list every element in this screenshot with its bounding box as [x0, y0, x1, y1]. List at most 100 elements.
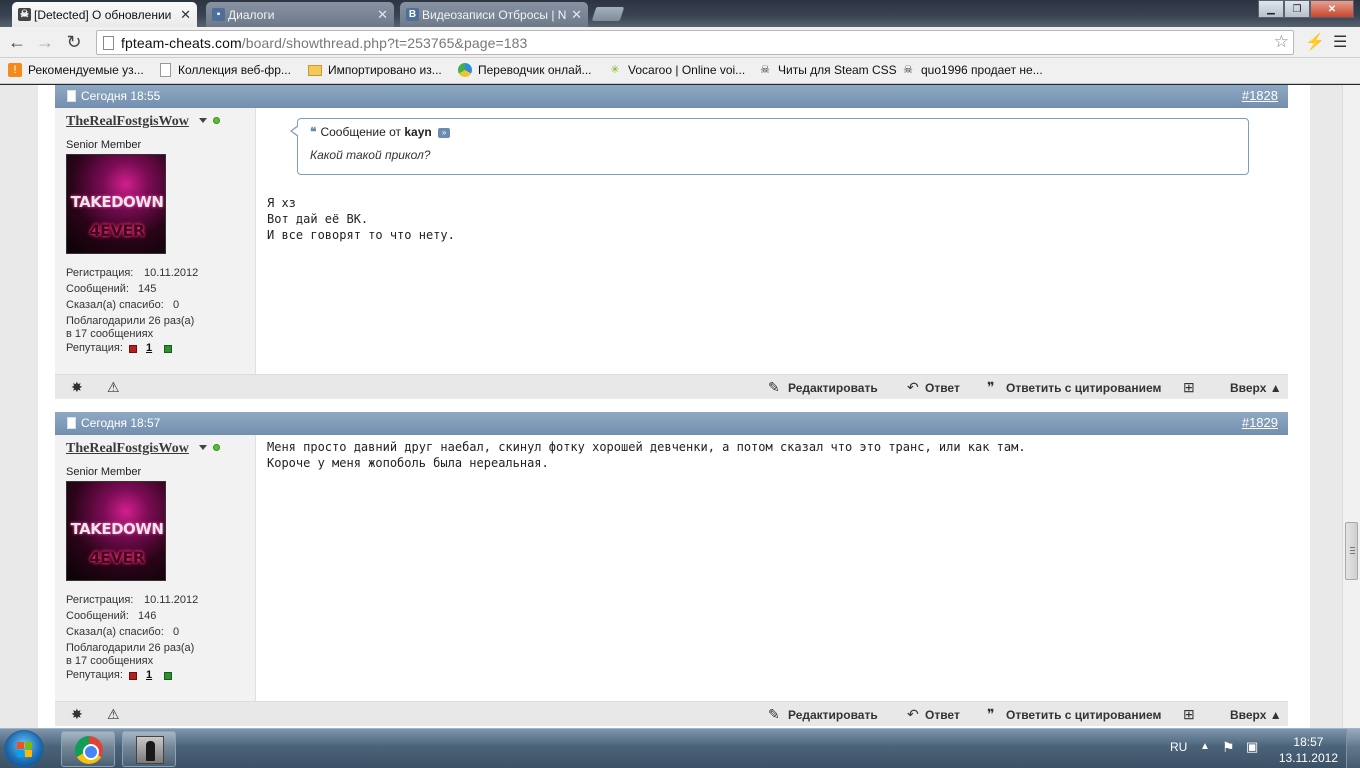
avatar[interactable]: TAKEDOWN 4EVER: [66, 481, 166, 581]
close-tab-icon[interactable]: ✕: [571, 7, 582, 23]
top-button[interactable]: Вверх ▲: [1230, 381, 1282, 395]
close-tab-icon[interactable]: ✕: [180, 7, 191, 23]
rep-plus-icon[interactable]: [164, 345, 172, 353]
post-number-link[interactable]: #1829: [1242, 415, 1278, 430]
reply-button[interactable]: Ответ: [925, 708, 960, 722]
avatar[interactable]: TAKEDOWN 4EVER: [66, 154, 166, 254]
close-tab-icon[interactable]: ✕: [377, 7, 388, 23]
avatar-text: TAKEDOWN: [70, 193, 164, 211]
bookmark-item[interactable]: Переводчик онлай...: [458, 63, 592, 77]
username-link[interactable]: TheRealFostgisWow: [66, 114, 189, 130]
tab-detected[interactable]: ☠ [Detected] О обновлении ✕: [12, 2, 197, 27]
post-footer: ✸ ⚠ ✎ Редактировать ↶ Ответ ❞ Ответить с…: [55, 701, 1288, 726]
minimize-button[interactable]: ▁: [1258, 0, 1284, 18]
bookmark-label: Коллекция веб-фр...: [178, 63, 291, 77]
rep-value[interactable]: 1: [146, 669, 152, 681]
tab-videos[interactable]: B Видеозаписи Отбросы | N ✕: [400, 2, 588, 27]
close-window-button[interactable]: ✕: [1310, 0, 1354, 18]
start-button[interactable]: [4, 730, 44, 768]
browser-toolbar: ← → ↻ fpteam-cheats.com/board/showthread…: [0, 27, 1360, 58]
url-text[interactable]: fpteam-cheats.com/board/showthread.php?t…: [121, 35, 527, 51]
back-arrow-icon[interactable]: ←: [6, 31, 28, 53]
bookmark-item[interactable]: ! Рекомендуемые уз...: [8, 63, 144, 77]
maximize-button[interactable]: ❐: [1284, 0, 1310, 18]
bookmark-item[interactable]: Импортировано из...: [308, 63, 442, 77]
chevron-down-icon[interactable]: [199, 118, 207, 123]
skull-icon: ☠: [903, 64, 913, 76]
reply-arrow-icon: ↶: [907, 379, 919, 395]
rep-value[interactable]: 1: [146, 342, 152, 354]
star-burst-icon[interactable]: ✸: [71, 706, 83, 723]
thanks-posts: в 17 сообщениях: [66, 328, 154, 340]
tab-title: [Detected] О обновлении: [34, 7, 172, 22]
tab-dialogs[interactable]: ▪ Диалоги ✕: [206, 2, 394, 27]
page-scrollbar[interactable]: [1342, 85, 1360, 728]
system-clock[interactable]: 18:57 13.11.2012: [1279, 734, 1338, 766]
extension-bolt-icon[interactable]: ⚡: [1305, 32, 1325, 52]
bookmark-star-icon[interactable]: ☆: [1274, 32, 1289, 52]
bookmark-orange-icon: !: [8, 63, 22, 77]
post-body: Я хз Вот дай её ВК. И все говорят то что…: [267, 196, 455, 242]
page-icon: [103, 36, 114, 50]
bookmark-label: Рекомендуемые уз...: [28, 63, 144, 77]
quote-header: ❝ Сообщение от kayn »: [310, 125, 451, 139]
forum-post: Сегодня 18:57 #1829 TheRealFostgisWow Se…: [55, 412, 1288, 728]
reply-button[interactable]: Ответ: [925, 381, 960, 395]
user-stats: Регистрация: 10.11.2012 Сообщений: 145 Ска…: [66, 265, 198, 342]
tab-title: Диалоги: [228, 7, 275, 22]
grip-line: [1350, 547, 1355, 548]
vk-dialog-icon: ▪: [212, 8, 225, 21]
reload-icon[interactable]: ↻: [63, 31, 85, 53]
taskbar-chrome-button[interactable]: [61, 731, 115, 767]
quote-bubble-icon: ❞: [987, 379, 995, 395]
taskbar-counter-strike-button[interactable]: [122, 731, 176, 767]
username-link[interactable]: TheRealFostgisWow: [66, 441, 189, 457]
action-center-flag-icon[interactable]: ⚑: [1222, 739, 1235, 756]
pencil-icon: ✎: [768, 379, 780, 395]
bookmark-label: Читы для Steam CSS: [778, 63, 897, 77]
online-status-icon: [213, 117, 220, 124]
reply-with-quote-button[interactable]: Ответить с цитированием: [1006, 381, 1161, 395]
view-post-icon[interactable]: »: [438, 127, 451, 138]
msgs-label: Сообщений:: [66, 283, 129, 295]
edit-button[interactable]: Редактировать: [788, 708, 878, 722]
windows-logo-icon: [17, 742, 32, 757]
post-footer: ✸ ⚠ ✎ Редактировать ↶ Ответ ❞ Ответить с…: [55, 374, 1288, 399]
bookmark-item[interactable]: ☠ Читы для Steam CSS: [758, 63, 897, 77]
chevron-down-icon[interactable]: [199, 445, 207, 450]
show-desktop-button[interactable]: [1346, 729, 1360, 768]
rep-minus-icon[interactable]: [129, 672, 137, 680]
thanks-received: Поблагодарили 26 раз(а): [66, 315, 195, 327]
post-date: Сегодня 18:55: [81, 89, 161, 103]
new-tab-button[interactable]: [591, 7, 625, 21]
rep-plus-icon[interactable]: [164, 672, 172, 680]
top-button[interactable]: Вверх ▲: [1230, 708, 1282, 722]
bookmark-item[interactable]: ☠ quo1996 продает не...: [901, 63, 1043, 77]
reputation: Репутация: 1: [66, 669, 172, 681]
address-bar[interactable]: fpteam-cheats.com/board/showthread.php?t…: [96, 30, 1294, 55]
taskbar: RU ▲ ⚑ ▣ 18:57 13.11.2012: [0, 728, 1360, 768]
multi-quote-icon[interactable]: ⊞: [1183, 706, 1195, 723]
post-number-link[interactable]: #1828: [1242, 88, 1278, 103]
clock-time: 18:57: [1293, 735, 1324, 749]
menu-icon[interactable]: ☰: [1333, 32, 1347, 52]
bookmark-label: Vocaroo | Online voi...: [628, 63, 746, 77]
report-warning-icon[interactable]: ⚠: [107, 379, 120, 396]
edit-button[interactable]: Редактировать: [788, 381, 878, 395]
rep-minus-icon[interactable]: [129, 345, 137, 353]
language-indicator[interactable]: RU: [1170, 740, 1187, 754]
bookmark-item[interactable]: Коллекция веб-фр...: [158, 63, 291, 77]
bookmark-item[interactable]: ✳ Vocaroo | Online voi...: [608, 63, 745, 77]
post-doc-icon: [67, 90, 76, 102]
report-warning-icon[interactable]: ⚠: [107, 706, 120, 723]
show-hidden-icons-icon[interactable]: ▲: [1200, 741, 1210, 752]
scrollbar-thumb[interactable]: [1345, 522, 1358, 580]
star-burst-icon[interactable]: ✸: [71, 379, 83, 396]
reply-arrow-icon: ↶: [907, 706, 919, 722]
reply-with-quote-button[interactable]: Ответить с цитированием: [1006, 708, 1161, 722]
url-path: /board/showthread.php?t=253765&page=183: [241, 35, 528, 51]
network-icon[interactable]: ▣: [1246, 739, 1258, 755]
forward-arrow-icon[interactable]: →: [34, 31, 56, 53]
multi-quote-icon[interactable]: ⊞: [1183, 379, 1195, 396]
bookmark-label: quo1996 продает не...: [921, 63, 1043, 77]
